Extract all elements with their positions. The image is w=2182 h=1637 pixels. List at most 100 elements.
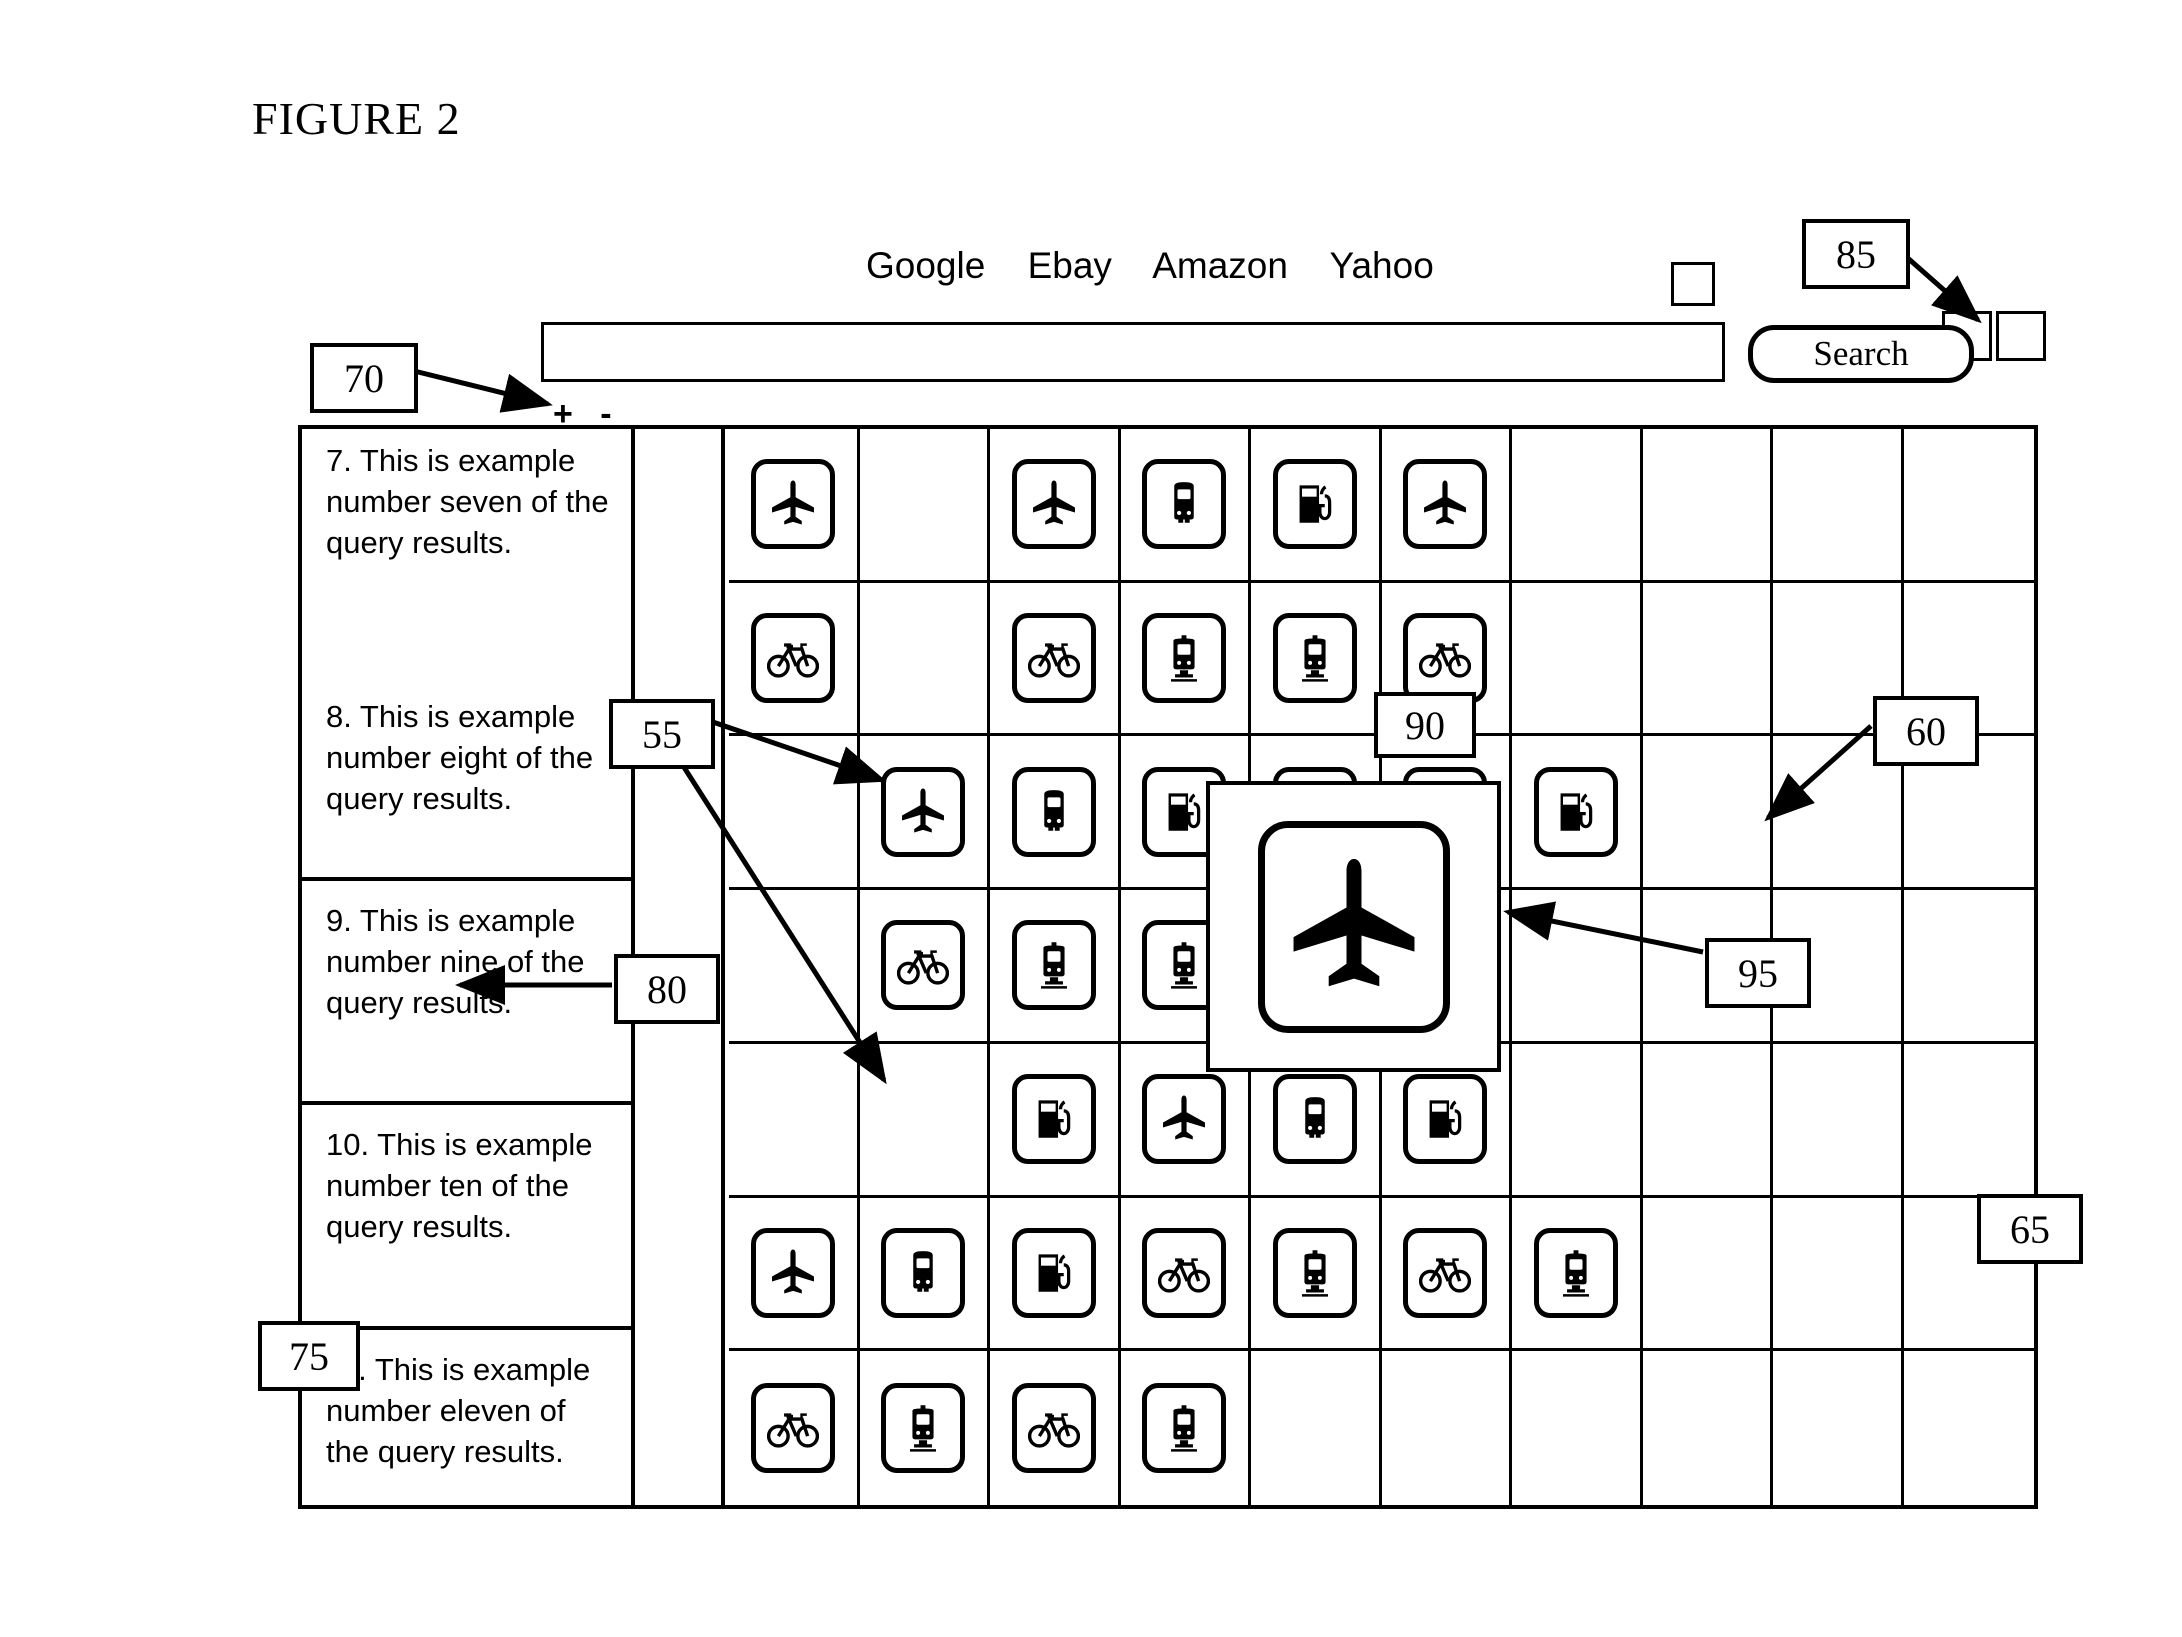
gas-icon[interactable]	[1272, 459, 1357, 550]
train-icon[interactable]	[1142, 1383, 1227, 1474]
bicycle-icon[interactable]	[750, 1383, 835, 1474]
grid-cell[interactable]	[729, 429, 860, 583]
train-icon[interactable]	[1533, 1227, 1618, 1318]
bus-icon[interactable]	[881, 1227, 966, 1318]
airplane-icon[interactable]	[1142, 1074, 1227, 1165]
bus-icon[interactable]	[1011, 766, 1096, 857]
sidebar-entry-10[interactable]: 10. This is example number ten of the qu…	[302, 1105, 631, 1330]
grid-cell[interactable]	[990, 736, 1121, 891]
bicycle-icon[interactable]	[750, 613, 835, 704]
grid-cell[interactable]	[1512, 1351, 1643, 1505]
grid-cell[interactable]	[729, 1043, 860, 1198]
gas-icon[interactable]	[1011, 1074, 1096, 1165]
bicycle-icon[interactable]	[1142, 1227, 1227, 1318]
grid-cell[interactable]	[1381, 429, 1512, 583]
callout-95: 95	[1705, 938, 1811, 1008]
sidebar-entry-9[interactable]: 9. This is example number nine of the qu…	[302, 881, 631, 1105]
grid-cell[interactable]	[1512, 890, 1643, 1044]
grid-cell[interactable]	[1904, 1351, 2035, 1505]
grid-cell[interactable]	[1903, 1044, 2034, 1198]
airplane-icon[interactable]	[750, 1227, 835, 1318]
airplane-icon[interactable]	[1011, 459, 1096, 550]
grid-cell[interactable]	[1773, 429, 1904, 583]
train-icon[interactable]	[1142, 613, 1227, 704]
train-icon[interactable]	[1011, 920, 1096, 1011]
search-button[interactable]: Search	[1748, 325, 1974, 383]
gas-icon[interactable]	[1533, 766, 1618, 857]
grid-cell[interactable]	[1512, 1043, 1643, 1198]
train-icon[interactable]	[1272, 1227, 1357, 1318]
grid-cell[interactable]	[859, 1197, 990, 1352]
grid-cell[interactable]	[1512, 429, 1643, 583]
grid-cell[interactable]	[859, 890, 990, 1044]
nav-link-amazon[interactable]: Amazon	[1152, 245, 1288, 286]
grid-cell[interactable]	[1642, 736, 1773, 891]
gas-icon[interactable]	[1403, 1074, 1488, 1165]
airplane-icon[interactable]	[881, 766, 966, 857]
grid-cell[interactable]	[860, 1351, 990, 1505]
grid-cell[interactable]	[1120, 582, 1251, 737]
grid-cell[interactable]	[1382, 1351, 1512, 1505]
sidebar-entry-8[interactable]: 8. This is example number eight of the q…	[302, 685, 631, 881]
bus-icon[interactable]	[1272, 1074, 1357, 1165]
nav-link-ebay[interactable]: Ebay	[1028, 245, 1112, 286]
bicycle-icon[interactable]	[1011, 1383, 1096, 1474]
grid-cell[interactable]	[1773, 1351, 1904, 1505]
grid-cell[interactable]	[990, 890, 1121, 1044]
grid-cell[interactable]	[1773, 1197, 1904, 1352]
grid-cell[interactable]	[1120, 429, 1251, 583]
airplane-icon[interactable]	[1257, 820, 1450, 1033]
option-square-2[interactable]	[1996, 311, 2046, 361]
grid-cell[interactable]	[1120, 1197, 1251, 1352]
grid-cell[interactable]	[1251, 582, 1382, 737]
grid-cell[interactable]	[1643, 1351, 1773, 1505]
grid-cell[interactable]	[1773, 1043, 1904, 1198]
sidebar-entry-7[interactable]: 7. This is example number seven of the q…	[302, 429, 631, 685]
grid-cell[interactable]	[1903, 429, 2034, 583]
grid-cell[interactable]	[859, 582, 990, 737]
grid-cell[interactable]	[859, 1043, 990, 1198]
grid-cell[interactable]	[859, 736, 990, 891]
grid-cell[interactable]	[729, 736, 860, 891]
grid-cell[interactable]	[1251, 429, 1382, 583]
grid-cell[interactable]	[1251, 1197, 1382, 1352]
grid-cell[interactable]	[1642, 582, 1773, 737]
top-checkbox[interactable]	[1671, 262, 1715, 306]
train-icon[interactable]	[881, 1383, 966, 1474]
grid-cell[interactable]	[990, 429, 1121, 583]
gas-icon[interactable]	[1011, 1227, 1096, 1318]
grid-cell[interactable]	[990, 582, 1121, 737]
magnified-icon-popup[interactable]	[1206, 781, 1501, 1072]
grid-cell[interactable]	[1251, 1351, 1382, 1505]
bicycle-icon[interactable]	[1403, 613, 1488, 704]
search-input[interactable]	[541, 322, 1725, 382]
grid-cell[interactable]	[1512, 736, 1643, 891]
bicycle-icon[interactable]	[881, 920, 966, 1011]
grid-cell[interactable]	[990, 1043, 1121, 1198]
airplane-icon[interactable]	[1403, 459, 1488, 550]
grid-cell[interactable]	[1642, 1043, 1773, 1198]
grid-cell[interactable]	[1512, 582, 1643, 737]
grid-cell[interactable]	[1903, 890, 2034, 1044]
callout-80: 80	[614, 954, 720, 1024]
grid-cell[interactable]	[1121, 1351, 1251, 1505]
train-icon[interactable]	[1272, 613, 1357, 704]
grid-cell[interactable]	[729, 1351, 860, 1505]
nav-link-yahoo[interactable]: Yahoo	[1330, 245, 1434, 286]
callout-65: 65	[1977, 1194, 2083, 1264]
grid-cell[interactable]	[859, 429, 990, 583]
grid-cell[interactable]	[729, 582, 860, 737]
bus-icon[interactable]	[1142, 459, 1227, 550]
grid-cell[interactable]	[729, 890, 860, 1044]
bicycle-icon[interactable]	[1403, 1227, 1488, 1318]
nav-link-google[interactable]: Google	[866, 245, 985, 286]
grid-cell[interactable]	[1642, 1197, 1773, 1352]
bicycle-icon[interactable]	[1011, 613, 1096, 704]
grid-cell[interactable]	[1512, 1197, 1643, 1352]
grid-cell[interactable]	[1642, 429, 1773, 583]
grid-cell[interactable]	[1381, 1197, 1512, 1352]
airplane-icon[interactable]	[750, 459, 835, 550]
grid-cell[interactable]	[990, 1351, 1121, 1505]
grid-cell[interactable]	[990, 1197, 1121, 1352]
grid-cell[interactable]	[729, 1197, 860, 1352]
